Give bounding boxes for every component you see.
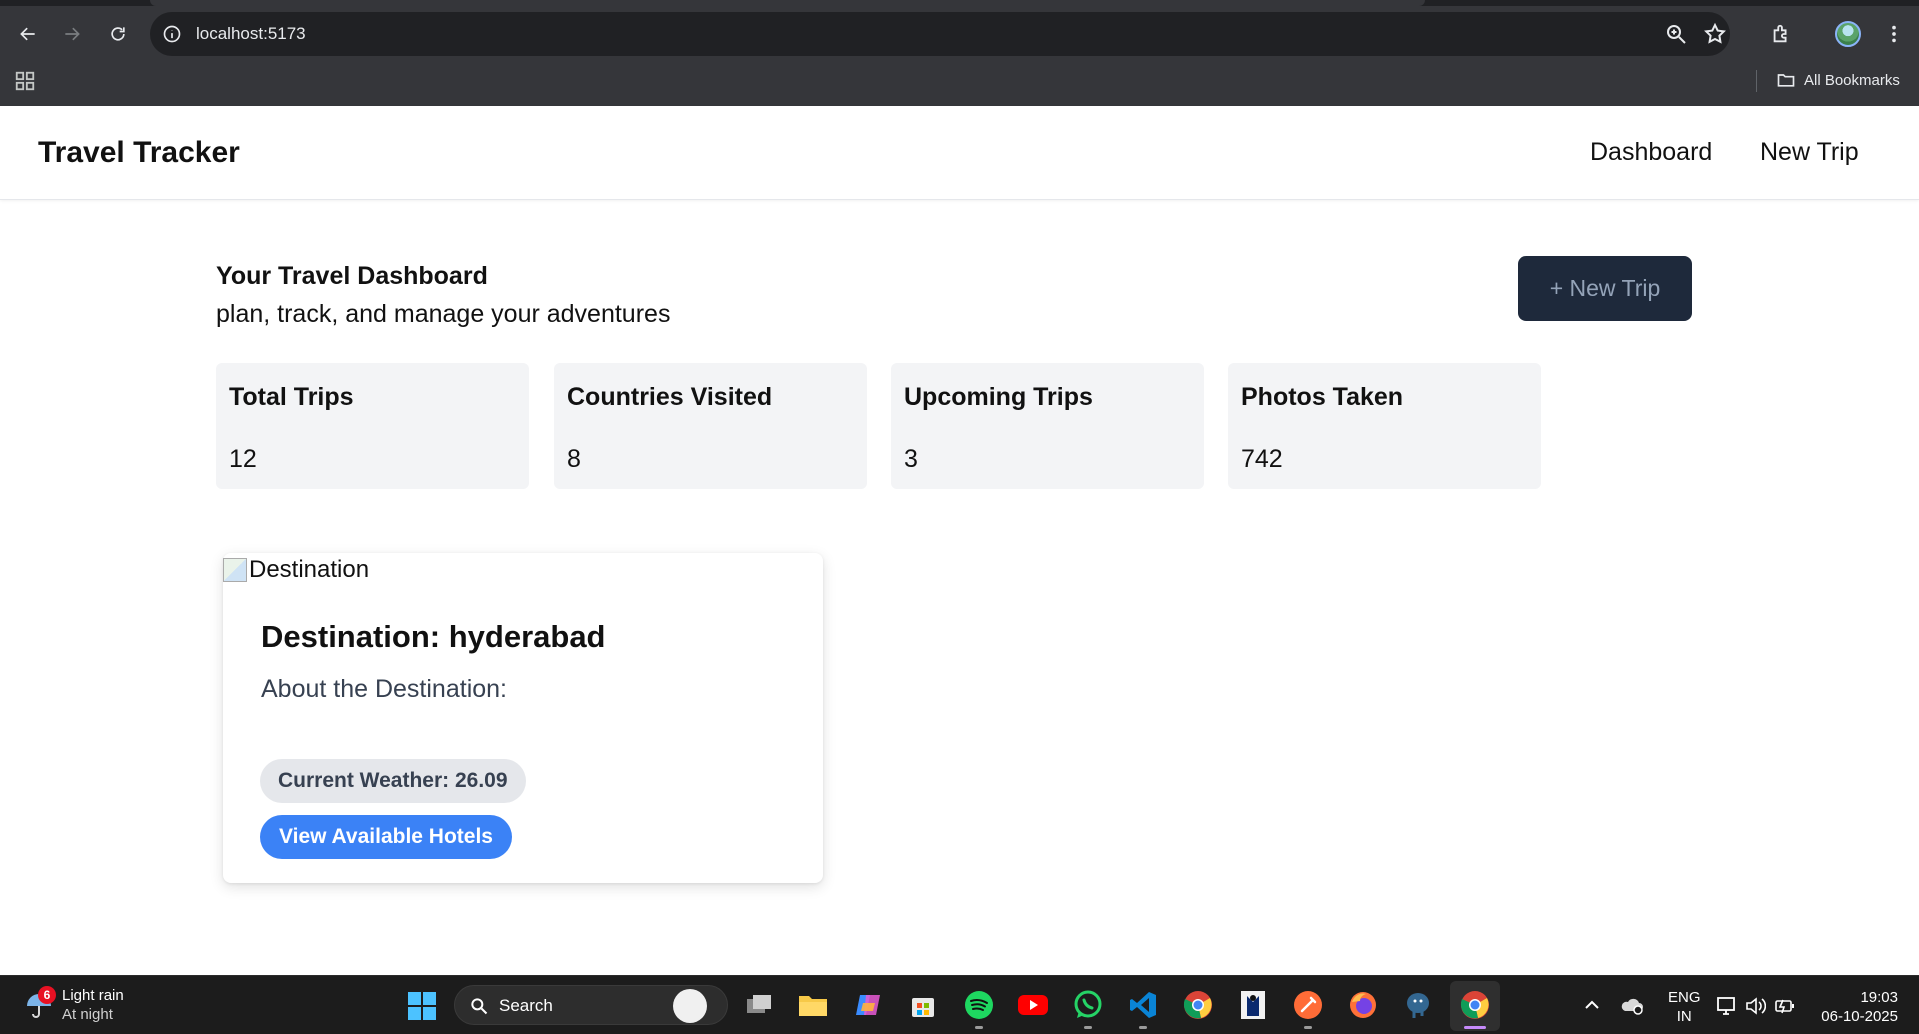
chrome-active-indicator bbox=[1464, 1026, 1486, 1029]
network-icon[interactable] bbox=[1716, 996, 1738, 1016]
system-clock[interactable]: 19:03 06-10-2025 bbox=[1818, 988, 1898, 1026]
language-indicator[interactable]: ENG IN bbox=[1668, 988, 1701, 1026]
broken-image-icon bbox=[223, 558, 247, 582]
new-trip-button[interactable]: + New Trip bbox=[1518, 256, 1692, 321]
spotify-running-indicator bbox=[975, 1026, 983, 1029]
destination-card: Destination Destination: hyderabad About… bbox=[223, 553, 823, 883]
profile-avatar[interactable] bbox=[1835, 21, 1861, 47]
whatsapp-icon[interactable] bbox=[1071, 988, 1105, 1022]
microsoft-store-icon[interactable] bbox=[906, 988, 940, 1022]
youtube-icon[interactable] bbox=[1016, 988, 1050, 1022]
nav-dashboard-link[interactable]: Dashboard bbox=[1590, 138, 1712, 167]
copilot-icon[interactable] bbox=[851, 988, 885, 1022]
bookmarks-bar: All Bookmarks bbox=[0, 62, 1919, 100]
tuxedo-app-icon[interactable] bbox=[1236, 988, 1270, 1022]
onedrive-cloud-icon[interactable] bbox=[1620, 994, 1644, 1016]
search-icon bbox=[471, 998, 488, 1015]
search-highlight-icon bbox=[673, 989, 707, 1023]
stat-value: 742 bbox=[1241, 445, 1283, 473]
forward-icon[interactable] bbox=[56, 18, 88, 50]
extensions-icon[interactable] bbox=[1767, 20, 1795, 48]
weather-time: At night bbox=[62, 1006, 113, 1023]
spotify-icon[interactable] bbox=[962, 988, 996, 1022]
volume-icon[interactable] bbox=[1744, 996, 1766, 1016]
brand-logo[interactable]: Travel Tracker bbox=[38, 136, 240, 170]
address-bar[interactable]: localhost:5173 bbox=[150, 12, 1730, 56]
firefox-icon[interactable] bbox=[1346, 988, 1380, 1022]
stats-grid: Total Trips 12 Countries Visited 8 Upcom… bbox=[216, 363, 1541, 489]
windows-start-icon[interactable] bbox=[408, 992, 436, 1020]
back-icon[interactable] bbox=[12, 18, 44, 50]
whatsapp-running-indicator bbox=[1084, 1026, 1092, 1029]
postman-running-indicator bbox=[1304, 1026, 1312, 1029]
url-text[interactable]: localhost:5173 bbox=[196, 24, 306, 44]
stat-label: Photos Taken bbox=[1241, 383, 1404, 411]
destination-image: Destination bbox=[223, 556, 369, 584]
page-title: Your Travel Dashboard bbox=[216, 262, 488, 290]
nav-new-trip-link[interactable]: New Trip bbox=[1760, 138, 1859, 167]
taskbar-search[interactable]: Search bbox=[454, 985, 728, 1025]
task-view-icon[interactable] bbox=[742, 988, 776, 1022]
all-bookmarks-label: All Bookmarks bbox=[1804, 71, 1900, 89]
clock-time: 19:03 bbox=[1860, 989, 1898, 1006]
vscode-running-indicator bbox=[1139, 1026, 1147, 1029]
stat-card-total-trips: Total Trips 12 bbox=[216, 363, 529, 489]
rain-umbrella-icon: 6 bbox=[24, 986, 56, 1020]
site-info-icon[interactable] bbox=[162, 24, 182, 44]
weather-widget[interactable]: 6 Light rain At night bbox=[24, 986, 124, 1024]
folder-icon bbox=[1777, 74, 1795, 87]
page-subtitle: plan, track, and manage your adventures bbox=[216, 300, 671, 328]
stat-label: Countries Visited bbox=[567, 383, 773, 411]
menu-kebab-icon[interactable] bbox=[1880, 20, 1908, 48]
stat-value: 12 bbox=[229, 445, 257, 473]
app-navbar: Travel Tracker Dashboard New Trip bbox=[0, 106, 1919, 200]
weather-condition: Light rain bbox=[62, 987, 124, 1004]
postgresql-icon[interactable] bbox=[1401, 988, 1435, 1022]
chrome-icon[interactable] bbox=[1181, 988, 1215, 1022]
bookmark-star-icon[interactable] bbox=[1703, 22, 1727, 46]
chrome-active-icon[interactable] bbox=[1458, 988, 1492, 1022]
vscode-icon[interactable] bbox=[1126, 988, 1160, 1022]
taskbar-search-label: Search bbox=[499, 996, 553, 1015]
clock-date: 06-10-2025 bbox=[1821, 1008, 1898, 1025]
weather-badge: Current Weather: 26.09 bbox=[260, 759, 526, 803]
apps-grid-icon[interactable] bbox=[14, 70, 36, 92]
destination-about-label: About the Destination: bbox=[261, 675, 507, 703]
browser-toolbar: localhost:5173 bbox=[0, 12, 1919, 56]
postman-icon[interactable] bbox=[1291, 988, 1325, 1022]
active-tab[interactable] bbox=[150, 0, 1425, 6]
os-taskbar: 6 Light rain At night Search ENG IN 19:0… bbox=[0, 975, 1919, 1034]
all-bookmarks-button[interactable]: All Bookmarks bbox=[1776, 70, 1900, 90]
tab-strip bbox=[0, 0, 1919, 6]
stat-card-countries-visited: Countries Visited 8 bbox=[554, 363, 867, 489]
chevron-up-icon[interactable] bbox=[1584, 998, 1600, 1012]
bookmarks-separator bbox=[1756, 70, 1757, 92]
destination-title: Destination: hyderabad bbox=[261, 619, 606, 654]
language-code: ENG bbox=[1668, 989, 1701, 1006]
weather-alert-badge: 6 bbox=[38, 986, 56, 1004]
stat-card-photos-taken: Photos Taken 742 bbox=[1228, 363, 1541, 489]
stat-value: 3 bbox=[904, 445, 918, 473]
destination-image-alt: Destination bbox=[249, 556, 370, 583]
zoom-icon[interactable] bbox=[1664, 22, 1688, 46]
reload-icon[interactable] bbox=[102, 18, 134, 50]
file-explorer-icon[interactable] bbox=[796, 988, 830, 1022]
stat-label: Upcoming Trips bbox=[904, 383, 1093, 411]
view-hotels-button[interactable]: View Available Hotels bbox=[260, 815, 512, 859]
stat-value: 8 bbox=[567, 445, 581, 473]
stat-card-upcoming-trips: Upcoming Trips 3 bbox=[891, 363, 1204, 489]
browser-chrome: localhost:5173 All Bookmarks bbox=[0, 0, 1919, 106]
battery-charging-icon[interactable] bbox=[1774, 996, 1796, 1016]
stat-label: Total Trips bbox=[229, 383, 354, 411]
region-code: IN bbox=[1676, 1008, 1692, 1025]
